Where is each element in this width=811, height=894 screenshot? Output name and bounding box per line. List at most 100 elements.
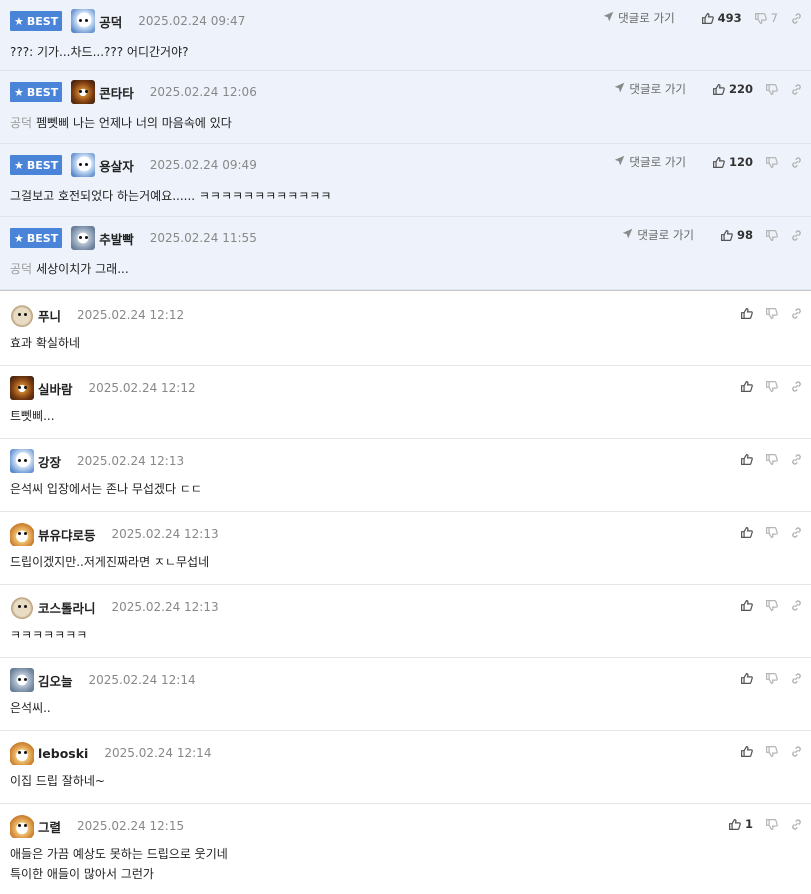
like-button[interactable]: 1 [728, 817, 753, 831]
dislike-button[interactable] [765, 83, 778, 96]
comment-category[interactable]: 공덕 [10, 116, 32, 130]
avatar[interactable] [10, 522, 34, 546]
dislike-button[interactable] [765, 672, 778, 685]
avatar[interactable] [10, 595, 34, 619]
comment-actions [728, 376, 803, 396]
goto-comment-link[interactable]: 댓글로 가기 [603, 10, 675, 26]
like-count: 120 [728, 155, 753, 169]
nickname[interactable]: 콘타타 [99, 83, 134, 102]
like-button[interactable] [740, 307, 753, 320]
link-icon [790, 307, 803, 320]
avatar[interactable] [10, 376, 34, 400]
avatar-eye [18, 824, 21, 827]
comment-category[interactable]: 공덕 [10, 262, 32, 276]
comment-item: 뷰유댜로등 2025.02.24 12:13 드립이겠지만..저게진짜라면 ㅈㄴ무섭… [0, 512, 811, 585]
dislike-button[interactable] [765, 818, 778, 831]
best-badge: ★ BEST [10, 11, 63, 31]
nickname[interactable]: leboski [38, 746, 88, 761]
arrow-icon [622, 228, 637, 242]
avatar[interactable] [71, 9, 96, 33]
share-link-button[interactable] [790, 229, 803, 242]
avatar[interactable] [10, 303, 34, 327]
like-button[interactable] [740, 599, 753, 612]
dislike-button[interactable] [765, 380, 778, 393]
avatar[interactable] [71, 153, 96, 177]
dislike-button[interactable] [765, 453, 778, 466]
comment-text: 공덕 펨뻿삐 나는 언제나 너의 마음속에 있다 [10, 113, 232, 133]
comment-date: 2025.02.24 09:49 [149, 158, 257, 172]
comment-body: ???: 기가...차드...??? 어디간거야? [10, 45, 189, 59]
share-link-button[interactable] [790, 156, 803, 169]
best-badge: ★ BEST [10, 228, 63, 248]
dislike-button[interactable]: 7 [754, 11, 778, 25]
like-button[interactable]: 98 [720, 228, 753, 242]
share-link-button[interactable] [790, 12, 803, 25]
goto-comment-link[interactable]: 댓글로 가기 [614, 81, 686, 97]
comment-line: 은석씨 입장에서는 존나 무섭겠다 ㄷㄷ [10, 482, 202, 496]
dislike-button[interactable] [765, 526, 778, 539]
dislike-button[interactable] [765, 599, 778, 612]
nickname[interactable]: 용살자 [99, 156, 134, 175]
share-link-button[interactable] [790, 83, 803, 96]
avatar-eye [79, 236, 83, 239]
dislike-button[interactable] [765, 745, 778, 758]
thumbs-up-icon [728, 818, 741, 831]
share-link-button[interactable] [790, 818, 803, 831]
goto-comment-link[interactable]: 댓글로 가기 [614, 154, 686, 170]
nickname[interactable]: 뷰유댜로등 [38, 525, 96, 544]
nickname[interactable]: 공덕 [99, 12, 122, 31]
like-button[interactable] [740, 380, 753, 393]
comment-date: 2025.02.24 12:14 [88, 673, 196, 687]
nickname[interactable]: 실바람 [38, 379, 73, 398]
share-link-button[interactable] [790, 453, 803, 466]
like-button[interactable] [740, 526, 753, 539]
link-icon [790, 526, 803, 539]
comment-line: 효과 확실하네 [10, 336, 81, 350]
avatar[interactable] [10, 668, 34, 692]
dislike-button[interactable] [765, 307, 778, 320]
thumbs-down-icon [765, 380, 778, 393]
comment-actions: 댓글로 가기 98 [622, 225, 803, 245]
like-count: 493 [717, 11, 742, 25]
like-button[interactable] [740, 672, 753, 685]
like-button[interactable] [740, 745, 753, 758]
best-label: BEST [26, 158, 59, 172]
share-link-button[interactable] [790, 672, 803, 685]
nickname[interactable]: 코스톨라니 [38, 598, 96, 617]
thumbs-up-icon [740, 526, 753, 539]
avatar[interactable] [10, 741, 34, 765]
dislike-button[interactable] [765, 156, 778, 169]
goto-comment-link[interactable]: 댓글로 가기 [622, 227, 694, 243]
like-button[interactable]: 493 [701, 11, 742, 25]
comment-line: 애들은 가끔 예상도 못하는 드립으로 웃기네 [10, 847, 228, 861]
like-button[interactable] [740, 453, 753, 466]
dislike-button[interactable] [765, 229, 778, 242]
nickname[interactable]: 그렬 [38, 817, 61, 836]
share-link-button[interactable] [790, 380, 803, 393]
nickname[interactable]: 추발빡 [99, 229, 134, 248]
nickname[interactable]: 푸니 [38, 306, 61, 325]
nickname[interactable]: 강장 [38, 452, 61, 471]
best-label: BEST [26, 231, 59, 245]
avatar[interactable] [10, 814, 34, 838]
avatar[interactable] [10, 449, 34, 473]
comment-line: ㅋㅋㅋㅋㅋㅋㅋ [10, 628, 88, 642]
avatar-eye [24, 678, 27, 681]
share-link-button[interactable] [790, 307, 803, 320]
thumbs-up-icon [701, 12, 714, 25]
avatar-eye [24, 386, 27, 389]
comment-header: leboski 2025.02.24 12:14 [10, 741, 211, 765]
avatar[interactable] [71, 226, 96, 250]
thumbs-up-icon [740, 599, 753, 612]
nickname[interactable]: 김오늘 [38, 671, 73, 690]
share-link-button[interactable] [790, 599, 803, 612]
like-button[interactable]: 120 [712, 155, 753, 169]
share-link-button[interactable] [790, 526, 803, 539]
like-button[interactable]: 220 [712, 82, 753, 96]
comment-text: 그걸보고 호전되었다 하는거예요...... ㅋㅋㅋㅋㅋㅋㅋㅋㅋㅋㅋㅋ [10, 186, 331, 206]
comment-header: 뷰유댜로등 2025.02.24 12:13 [10, 522, 219, 546]
avatar[interactable] [71, 80, 96, 104]
goto-comment-label: 댓글로 가기 [629, 82, 686, 96]
thumbs-up-icon [712, 156, 725, 169]
share-link-button[interactable] [790, 745, 803, 758]
